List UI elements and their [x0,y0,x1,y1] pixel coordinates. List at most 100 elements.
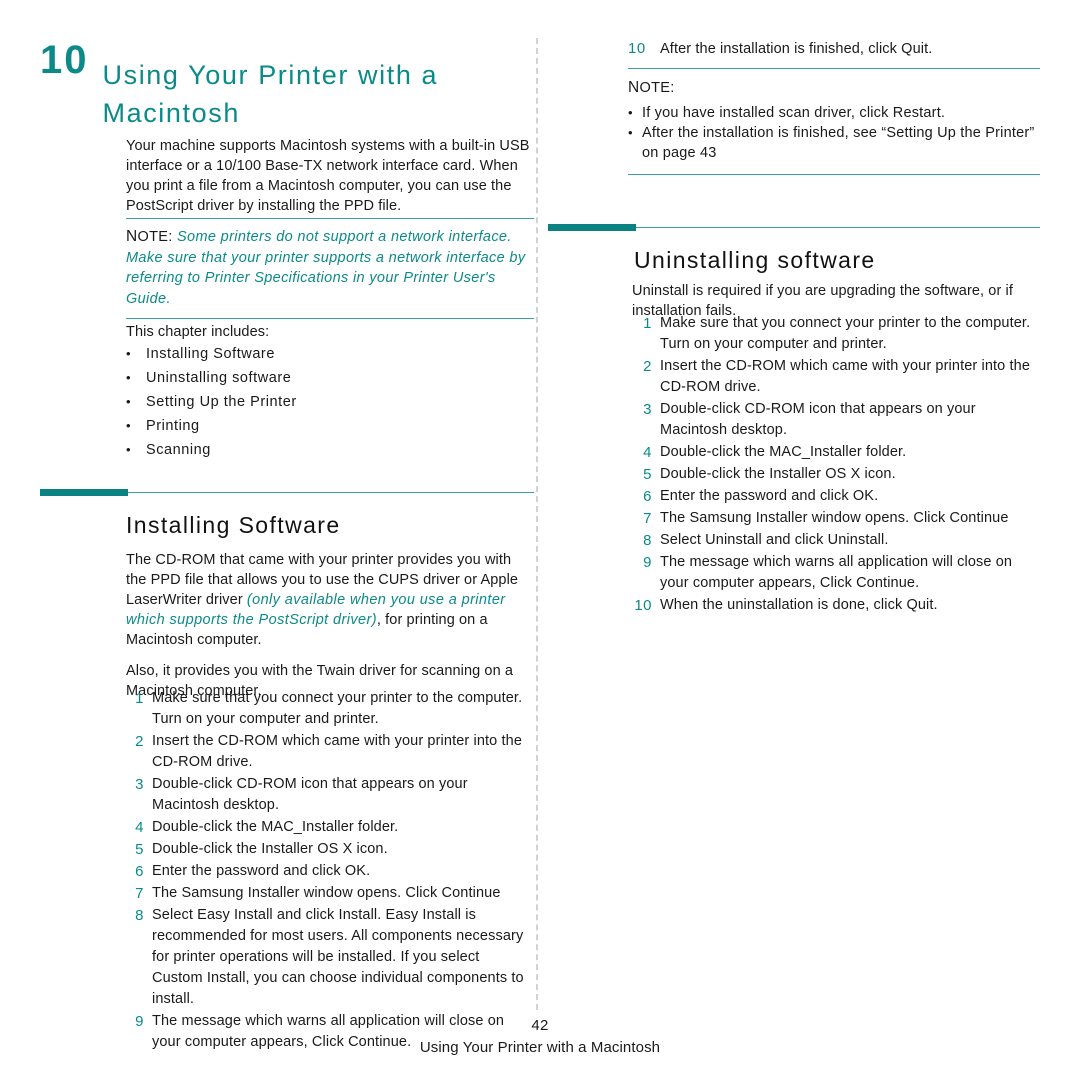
note-bullet-0: If you have installed scan driver, click… [642,105,946,121]
step-text: Make sure that you connect your printer … [660,315,1031,352]
note-bullet-list: • If you have installed scan driver, cli… [628,103,1040,163]
footer-chapter-title: Using Your Printer with a Macintosh [419,1039,661,1056]
step-number: 7 [643,510,652,527]
table-row: 10 When the uninstallation is done, clic… [626,595,1040,616]
step-text: Select Uninstall and click Uninstall. [660,532,889,548]
bullet-dot-icon: • [126,442,131,457]
step-text: Insert the CD-ROM which came with your p… [660,358,1031,395]
step-number: 10 [634,597,652,614]
step-text: After the installation is finished, clic… [660,41,933,57]
list-item: • Setting Up the Printer [126,390,534,414]
list-item: • Printing [126,414,534,438]
table-row: 7 The Samsung Installer window opens. Cl… [118,883,534,904]
step-text: The Samsung Installer window opens. Clic… [152,885,501,901]
note-body-text: Some printers do not support a network i… [126,229,526,307]
step-text: Make sure that you connect your printer … [152,690,523,727]
chapter-includes-item-0: Installing Software [146,346,275,362]
note-label-first-letter: N [628,79,640,96]
list-item: • Installing Software [126,342,534,366]
list-item: • Scanning [126,438,534,462]
note-label-colon: : [168,229,173,245]
section-installing-software: Installing Software The CD-ROM that came… [40,487,534,701]
chapter-intro-paragraph: Your machine supports Macintosh systems … [126,138,530,214]
table-row: 3 Double-click CD-ROM icon that appears … [118,774,534,816]
step-number: 6 [135,863,144,880]
chapter-includes-item-2: Setting Up the Printer [146,394,297,410]
table-row: 1 Make sure that you connect your printe… [118,688,534,730]
step-text: When the uninstallation is done, click Q… [660,597,938,613]
bullet-dot-icon: • [126,346,131,361]
step-text: Enter the password and click OK. [660,488,879,504]
manual-page: 10 Using Your Printer with a Macintosh Y… [0,0,1080,1080]
step-number: 8 [135,907,144,924]
table-row: 5 Double-click the Installer OS X icon. [626,464,1040,485]
step-text: Enter the password and click OK. [152,863,371,879]
step-number: 3 [135,776,144,793]
step-text: The Samsung Installer window opens. Clic… [660,510,1009,526]
step-number: 10 [628,40,646,57]
chapter-heading: 10 Using Your Printer with a Macintosh [40,38,540,150]
chapter-includes-intro: This chapter includes: [126,324,270,340]
note-label: NOTE: [126,228,173,245]
step-number: 9 [643,554,652,571]
column-divider [536,38,538,1010]
step-text: Double-click the MAC_Installer folder. [660,444,907,460]
note-label: NOTE: [628,79,1040,97]
chapter-includes-item-4: Scanning [146,442,211,458]
step-number: 5 [135,841,144,858]
table-row: 5 Double-click the Installer OS X icon. [118,839,534,860]
step-number: 8 [643,532,652,549]
chapter-title: Using Your Printer with a Macintosh [102,60,439,129]
step-text: Double-click the Installer OS X icon. [152,841,388,857]
bullet-dot-icon: • [126,418,131,433]
page-footer: 42 Using Your Printer with a Macintosh [0,1016,1080,1060]
step-text: Double-click CD-ROM icon that appears on… [152,776,468,813]
note-block-network: NOTE: Some printers do not support a net… [126,218,534,319]
bullet-dot-icon: • [628,105,633,120]
note-bullet-1: After the installation is finished, see … [642,125,1035,161]
step-number: 3 [643,401,652,418]
table-row: 4 Double-click the MAC_Installer folder. [626,442,1040,463]
installing-step-10: 10 After the installation is finished, c… [628,38,1040,60]
note-block-after-install: NOTE: • If you have installed scan drive… [628,68,1040,175]
note-label-colon: : [670,80,675,96]
section-heading-rule [548,222,1040,231]
step-text: Double-click the MAC_Installer folder. [152,819,399,835]
note-label-first-letter: N [126,228,138,245]
step-text: Double-click the Installer OS X icon. [660,466,896,482]
step-number: 4 [135,819,144,836]
section-title-uninstalling: Uninstalling software [634,247,876,273]
table-row: 7 The Samsung Installer window opens. Cl… [626,508,1040,529]
table-row: 8 Select Uninstall and click Uninstall. [626,530,1040,551]
note-label-rest: OTE [639,80,671,96]
list-item: • Uninstalling software [126,366,534,390]
step-number: 5 [643,466,652,483]
chapter-includes-item-3: Printing [146,418,200,434]
note-bottom-rule [126,318,534,319]
bullet-dot-icon: • [628,125,633,140]
table-row: 9 The message which warns all applicatio… [626,552,1040,594]
chapter-includes-list: • Installing Software • Uninstalling sof… [126,342,534,462]
table-row: 4 Double-click the MAC_Installer folder. [118,817,534,838]
table-row: 6 Enter the password and click OK. [626,486,1040,507]
table-row: 1 Make sure that you connect your printe… [626,313,1040,355]
step-number: 1 [643,315,652,332]
table-row: 2 Insert the CD-ROM which came with your… [118,731,534,773]
note-bottom-rule [628,174,1040,175]
note-label-rest: OTE [137,229,169,245]
step-text: The message which warns all application … [660,554,1013,591]
section-title-installing: Installing Software [126,512,341,538]
list-item: • If you have installed scan driver, cli… [628,103,1040,123]
step-number: 4 [643,444,652,461]
step-number: 2 [135,733,144,750]
list-item: • After the installation is finished, se… [628,123,1040,163]
step-text: Insert the CD-ROM which came with your p… [152,733,523,770]
table-row: 2 Insert the CD-ROM which came with your… [626,356,1040,398]
chapter-includes-item-1: Uninstalling software [146,370,292,386]
chapter-includes-block: This chapter includes: • Installing Soft… [126,322,534,462]
section-uninstalling-software: Uninstalling software [548,222,1040,275]
footer-page-number: 42 [531,1017,549,1034]
step-number: 6 [643,488,652,505]
step-text: Double-click CD-ROM icon that appears on… [660,401,976,438]
table-row: 8 Select Easy Install and click Install.… [118,905,534,1010]
